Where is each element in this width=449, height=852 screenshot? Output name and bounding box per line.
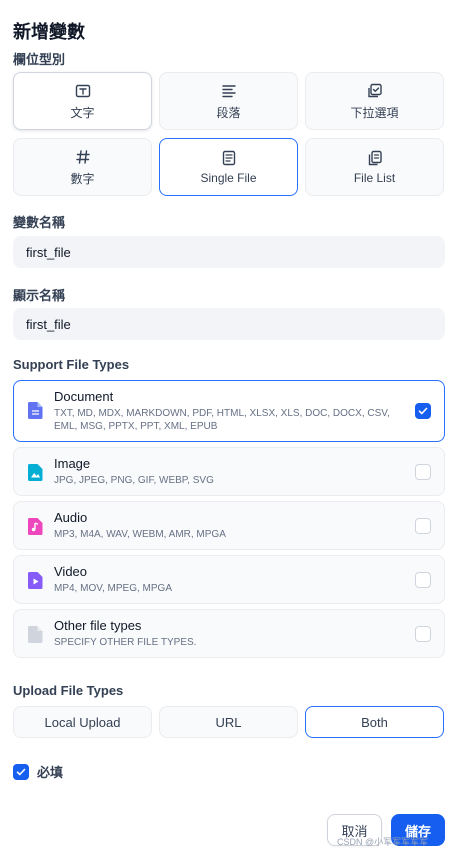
upload-file-types-options: Local Upload URL Both: [13, 706, 445, 738]
dialog-title: 新增變數: [13, 22, 85, 42]
text-input-icon: [74, 82, 92, 100]
file-type-audio[interactable]: Audio MP3, M4A, WAV, WEBM, AMR, MPGA: [13, 501, 445, 550]
field-type-options: 文字 段落 下拉選項 數字 Single File File List: [13, 72, 445, 196]
field-type-label-file-list: File List: [353, 171, 396, 185]
check-icon: [418, 407, 428, 415]
image-file-icon: [28, 464, 43, 481]
single-file-icon: [220, 149, 238, 167]
file-type-name: Document: [54, 389, 114, 404]
other-file-icon: [28, 626, 43, 643]
file-type-checkbox[interactable]: [415, 572, 431, 588]
required-label: 必填: [37, 765, 64, 780]
file-type-extensions: JPG, JPEG, PNG, GIF, WEBP, SVG: [54, 475, 214, 486]
field-type-label-text: 文字: [70, 105, 95, 120]
check-icon: [16, 768, 26, 775]
display-name-label: 顯示名稱: [13, 288, 66, 303]
document-file-icon: [28, 402, 43, 419]
field-type-number[interactable]: 數字: [13, 138, 152, 196]
field-type-label-single-file: Single File: [200, 171, 257, 185]
paragraph-icon: [220, 82, 238, 100]
upload-option-both[interactable]: Both: [305, 706, 444, 738]
upload-option-url[interactable]: URL: [159, 706, 298, 738]
file-type-other[interactable]: Other file types SPECIFY OTHER FILE TYPE…: [13, 609, 445, 658]
field-type-dropdown[interactable]: 下拉選項: [305, 72, 444, 130]
upload-option-local[interactable]: Local Upload: [13, 706, 152, 738]
field-type-label: 欄位型別: [13, 52, 66, 67]
variable-name-label: 變數名稱: [13, 215, 66, 230]
field-type-single-file[interactable]: Single File: [159, 138, 298, 196]
field-type-label-dropdown: 下拉選項: [350, 105, 399, 120]
file-type-name: Other file types: [54, 618, 142, 633]
file-type-image[interactable]: Image JPG, JPEG, PNG, GIF, WEBP, SVG: [13, 447, 445, 496]
field-type-label-paragraph: 段落: [216, 105, 241, 120]
field-type-paragraph[interactable]: 段落: [159, 72, 298, 130]
file-type-extensions: SPECIFY OTHER FILE TYPES.: [54, 637, 197, 648]
display-name-input[interactable]: [13, 308, 445, 340]
file-type-extensions: MP4, MOV, MPEG, MPGA: [54, 583, 172, 594]
file-type-name: Image: [54, 456, 91, 471]
field-type-label-number: 數字: [70, 171, 95, 186]
file-type-video[interactable]: Video MP4, MOV, MPEG, MPGA: [13, 555, 445, 604]
variable-name-input[interactable]: [13, 236, 445, 268]
file-type-name: Video: [54, 564, 88, 579]
audio-file-icon: [28, 518, 43, 535]
file-list-icon: [366, 149, 384, 167]
file-type-checkbox[interactable]: [415, 518, 431, 534]
file-type-name: Audio: [54, 510, 88, 525]
watermark: CSDN @小军军军军军: [337, 837, 429, 847]
required-toggle[interactable]: 必填: [13, 762, 63, 781]
field-type-file-list[interactable]: File List: [305, 138, 444, 196]
upload-file-types-label: Upload File Types: [13, 683, 124, 698]
support-file-types-label: Support File Types: [13, 357, 130, 372]
video-file-icon: [28, 572, 43, 589]
file-type-extensions: TXT, MD, MDX, MARKDOWN, PDF, HTML, XLSX,…: [54, 408, 390, 432]
field-type-text[interactable]: 文字: [13, 72, 152, 130]
file-type-checkbox[interactable]: [415, 626, 431, 642]
number-hash-icon: [74, 148, 92, 166]
file-type-document[interactable]: Document TXT, MD, MDX, MARKDOWN, PDF, HT…: [13, 380, 445, 442]
support-file-types-list: Document TXT, MD, MDX, MARKDOWN, PDF, HT…: [13, 380, 445, 663]
file-type-checkbox[interactable]: [415, 403, 431, 419]
dropdown-select-icon: [366, 82, 384, 100]
file-type-extensions: MP3, M4A, WAV, WEBM, AMR, MPGA: [54, 529, 226, 540]
required-checkbox[interactable]: [13, 763, 29, 780]
file-type-checkbox[interactable]: [415, 464, 431, 480]
